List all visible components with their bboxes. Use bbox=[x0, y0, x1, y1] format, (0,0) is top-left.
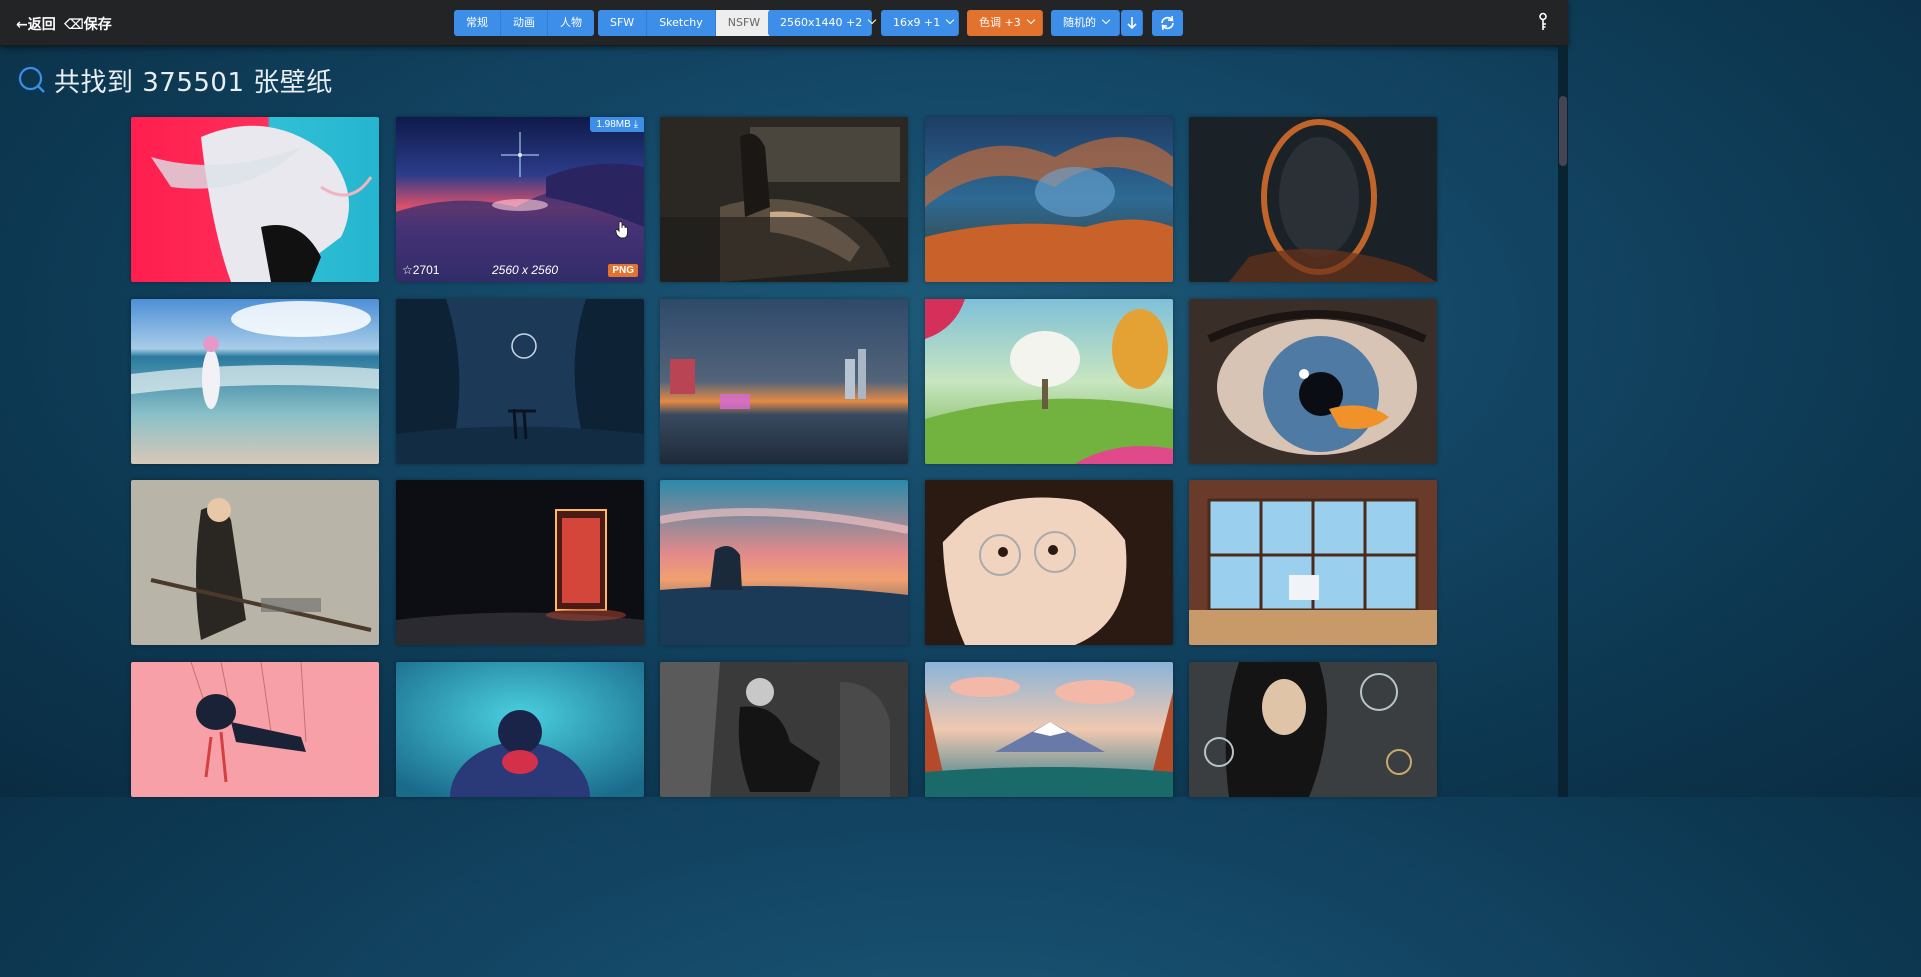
key-icon bbox=[1539, 12, 1547, 30]
sort-order-button[interactable] bbox=[1121, 10, 1143, 36]
search-icon bbox=[18, 66, 45, 93]
arrow-down-icon bbox=[1127, 17, 1137, 30]
wallpaper-image bbox=[131, 117, 379, 282]
star-icon: ☆ bbox=[402, 263, 413, 277]
wallpaper-image bbox=[660, 480, 908, 645]
wallpaper-image bbox=[396, 299, 644, 464]
resolution-label: 2560x1440 +2 bbox=[780, 16, 863, 29]
wallpaper-thumb[interactable] bbox=[660, 480, 908, 645]
download-icon: ⤓ bbox=[633, 119, 638, 130]
wallpaper-thumb[interactable] bbox=[925, 662, 1173, 797]
wallpaper-thumb-hovered[interactable]: 1.98MB ⤓ ☆2701 2560 x 2560 PNG bbox=[396, 117, 644, 282]
wallpaper-image bbox=[131, 480, 379, 645]
wallpaper-thumb[interactable] bbox=[1189, 480, 1437, 645]
wallpaper-image bbox=[925, 480, 1173, 645]
wallpaper-thumb[interactable] bbox=[131, 662, 379, 797]
purity-nsfw-button[interactable]: NSFW bbox=[715, 10, 773, 36]
chevron-down-icon bbox=[945, 15, 955, 25]
wallpaper-thumb[interactable] bbox=[1189, 662, 1437, 797]
wallpaper-thumb[interactable] bbox=[925, 117, 1173, 282]
wallpaper-image bbox=[1189, 662, 1437, 797]
favorites-count[interactable]: ☆2701 bbox=[402, 263, 439, 277]
wallpaper-thumb[interactable] bbox=[660, 662, 908, 797]
wallpaper-thumb[interactable] bbox=[131, 299, 379, 464]
purity-sfw-button[interactable]: SFW bbox=[598, 10, 648, 36]
save-button[interactable]: ⌫保存 bbox=[64, 14, 112, 34]
wallpaper-image bbox=[660, 117, 908, 282]
refresh-button[interactable] bbox=[1152, 10, 1183, 36]
wallpaper-image bbox=[131, 662, 379, 797]
sort-dropdown[interactable]: 随机的 bbox=[1051, 10, 1120, 36]
wallpaper-thumb[interactable] bbox=[925, 299, 1173, 464]
wallpaper-thumb[interactable] bbox=[396, 662, 644, 797]
resolution-label: 2560 x 2560 bbox=[492, 263, 559, 277]
wallpaper-image bbox=[396, 480, 644, 645]
key-button[interactable] bbox=[1535, 12, 1551, 32]
wallpaper-image bbox=[1189, 117, 1437, 282]
wallpaper-image bbox=[1189, 299, 1437, 464]
wallpaper-image bbox=[396, 117, 644, 282]
category-anime-button[interactable]: 动画 bbox=[501, 10, 548, 36]
wallpaper-thumb[interactable] bbox=[925, 480, 1173, 645]
format-badge: PNG bbox=[608, 264, 638, 277]
category-general-button[interactable]: 常规 bbox=[454, 10, 501, 36]
wallpaper-image bbox=[925, 662, 1173, 797]
scrollbar-thumb[interactable] bbox=[1559, 96, 1567, 166]
chevron-down-icon bbox=[1101, 15, 1111, 25]
purity-sketchy-button[interactable]: Sketchy bbox=[647, 10, 716, 36]
result-count-text: 共找到 375501 张壁纸 bbox=[54, 67, 333, 98]
wallpaper-thumb[interactable] bbox=[660, 117, 908, 282]
sort-label: 随机的 bbox=[1063, 16, 1096, 29]
category-people-button[interactable]: 人物 bbox=[548, 10, 594, 36]
color-dropdown[interactable]: 色调 +3 bbox=[967, 10, 1043, 36]
chevron-down-icon bbox=[867, 15, 877, 25]
hand-cursor-icon bbox=[615, 221, 628, 239]
page-scrollbar[interactable] bbox=[1558, 46, 1568, 797]
category-group: 常规 动画 人物 bbox=[454, 10, 594, 36]
file-size-badge[interactable]: 1.98MB ⤓ bbox=[590, 117, 644, 132]
wallpaper-thumb[interactable] bbox=[660, 299, 908, 464]
wallpaper-thumb[interactable] bbox=[396, 299, 644, 464]
wallpaper-thumb[interactable] bbox=[396, 480, 644, 645]
file-size-label: 1.98MB bbox=[596, 119, 631, 130]
wallpaper-thumb[interactable] bbox=[131, 480, 379, 645]
result-heading: 共找到 375501 张壁纸 bbox=[18, 64, 333, 98]
color-label: 色调 +3 bbox=[979, 16, 1021, 29]
ratio-label: 16x9 +1 bbox=[893, 16, 941, 29]
wallpaper-image bbox=[1189, 480, 1437, 645]
wallpaper-image bbox=[660, 299, 908, 464]
favorites-number: 2701 bbox=[412, 263, 440, 277]
wallpaper-image bbox=[925, 117, 1173, 282]
back-button[interactable]: ←返回 bbox=[16, 14, 56, 34]
top-toolbar: ←返回 ⌫保存 常规 动画 人物 SFW Sketchy NSFW 2560x1… bbox=[0, 0, 1568, 46]
wallpaper-thumb[interactable] bbox=[1189, 299, 1437, 464]
wallpaper-thumb[interactable] bbox=[131, 117, 379, 282]
resolution-dropdown[interactable]: 2560x1440 +2 bbox=[768, 10, 877, 36]
purity-group: SFW Sketchy NSFW bbox=[598, 10, 773, 36]
wallpaper-image bbox=[396, 662, 644, 797]
wallpaper-image bbox=[925, 299, 1173, 464]
wallpaper-image bbox=[131, 299, 379, 464]
ratio-dropdown[interactable]: 16x9 +1 bbox=[881, 10, 959, 36]
refresh-icon bbox=[1161, 15, 1174, 31]
chevron-down-icon bbox=[1026, 15, 1035, 25]
wallpaper-image bbox=[660, 662, 908, 797]
wallpaper-thumb[interactable] bbox=[1189, 117, 1437, 282]
